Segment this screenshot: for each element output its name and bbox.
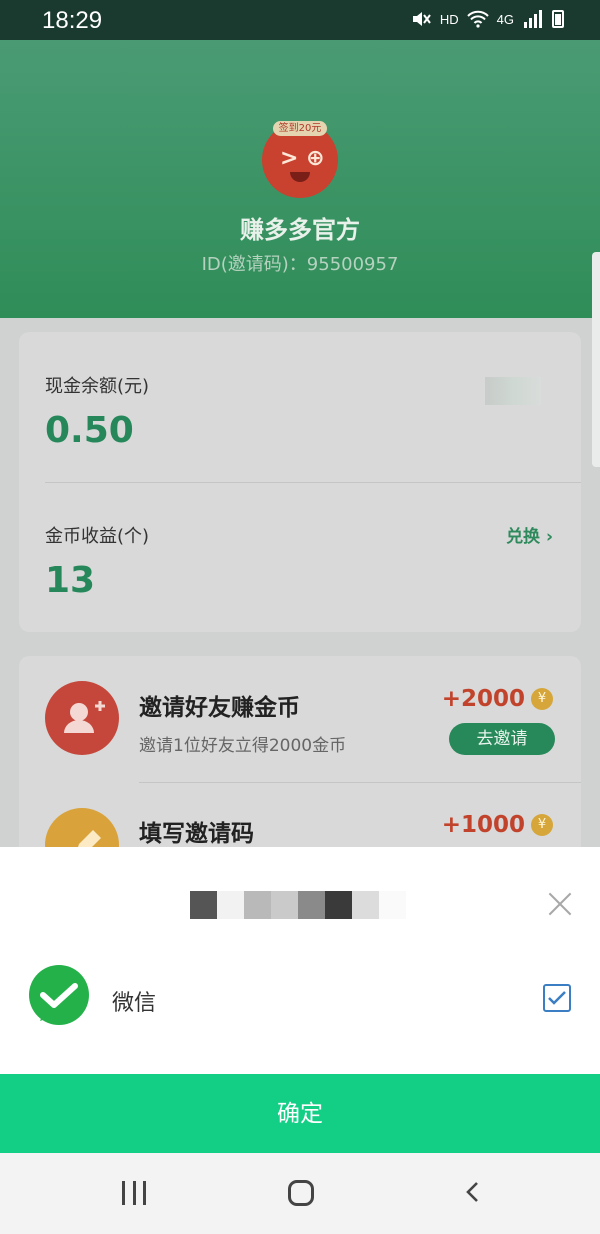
- cash-balance-label: 现金余额(元): [45, 376, 150, 397]
- confirm-button[interactable]: 确定: [0, 1074, 600, 1153]
- masked-icon: [485, 377, 541, 405]
- reward-code: +1000: [441, 812, 525, 838]
- profile-id: ID(邀请码)：95500957: [201, 254, 399, 275]
- close-icon[interactable]: [540, 885, 580, 925]
- mute-icon: [412, 12, 431, 26]
- cash-balance-value: 0.50: [45, 410, 134, 451]
- home-icon[interactable]: [288, 1180, 314, 1206]
- wechat-icon: [29, 965, 89, 1025]
- signal-icon: [524, 10, 542, 28]
- reward-invite: +2000: [441, 686, 525, 712]
- add-user-icon: [45, 681, 119, 755]
- recent-apps-icon[interactable]: [122, 1181, 146, 1205]
- status-icons: HD 4G: [410, 10, 564, 28]
- wifi-icon: [466, 10, 489, 28]
- balance-card: 现金余额(元) 0.50 金币收益(个) 13 兑换 ›: [19, 332, 581, 632]
- divider: [45, 482, 581, 483]
- profile-header: 签到20元 > ⊕ 赚多多官方 ID(邀请码)：95500957: [0, 40, 600, 318]
- avatar-mouth: [290, 172, 310, 182]
- invite-button[interactable]: 去邀请: [449, 723, 555, 755]
- masked-sheet-title: [190, 891, 406, 919]
- back-icon[interactable]: [462, 1181, 484, 1203]
- avatar-badge: 签到20元: [273, 121, 327, 136]
- wechat-option-label: 微信: [112, 991, 157, 1016]
- status-bar: 18:29 HD 4G: [0, 0, 600, 40]
- divider: [139, 782, 581, 783]
- status-time: 18:29: [42, 7, 103, 34]
- avatar[interactable]: 签到20元 > ⊕: [262, 121, 338, 198]
- task-card: 邀请好友赚金币 邀请1位好友立得2000金币 +2000 ¥ 去邀请 填写邀请码…: [19, 656, 581, 856]
- task-title-code: 填写邀请码: [139, 821, 254, 847]
- task-title-invite: 邀请好友赚金币: [139, 695, 300, 721]
- task-subtitle-invite: 邀请1位好友立得2000金币: [139, 736, 347, 756]
- network-indicator: 4G: [496, 11, 514, 27]
- profile-name: 赚多多官方: [240, 216, 360, 244]
- coin-icon: ¥: [531, 814, 553, 836]
- coin-income-value: 13: [45, 560, 96, 601]
- wechat-checkbox[interactable]: [543, 984, 571, 1012]
- system-nav-bar: [0, 1153, 600, 1234]
- scroll-indicator[interactable]: [592, 252, 600, 467]
- hd-indicator: HD: [439, 11, 459, 27]
- avatar-face-icon: > ⊕: [280, 146, 325, 171]
- battery-icon: [552, 10, 564, 28]
- coin-icon: ¥: [531, 688, 553, 710]
- coin-income-label: 金币收益(个): [45, 526, 150, 547]
- share-sheet: 微信: [0, 847, 600, 1074]
- exchange-link[interactable]: 兑换 ›: [506, 522, 553, 547]
